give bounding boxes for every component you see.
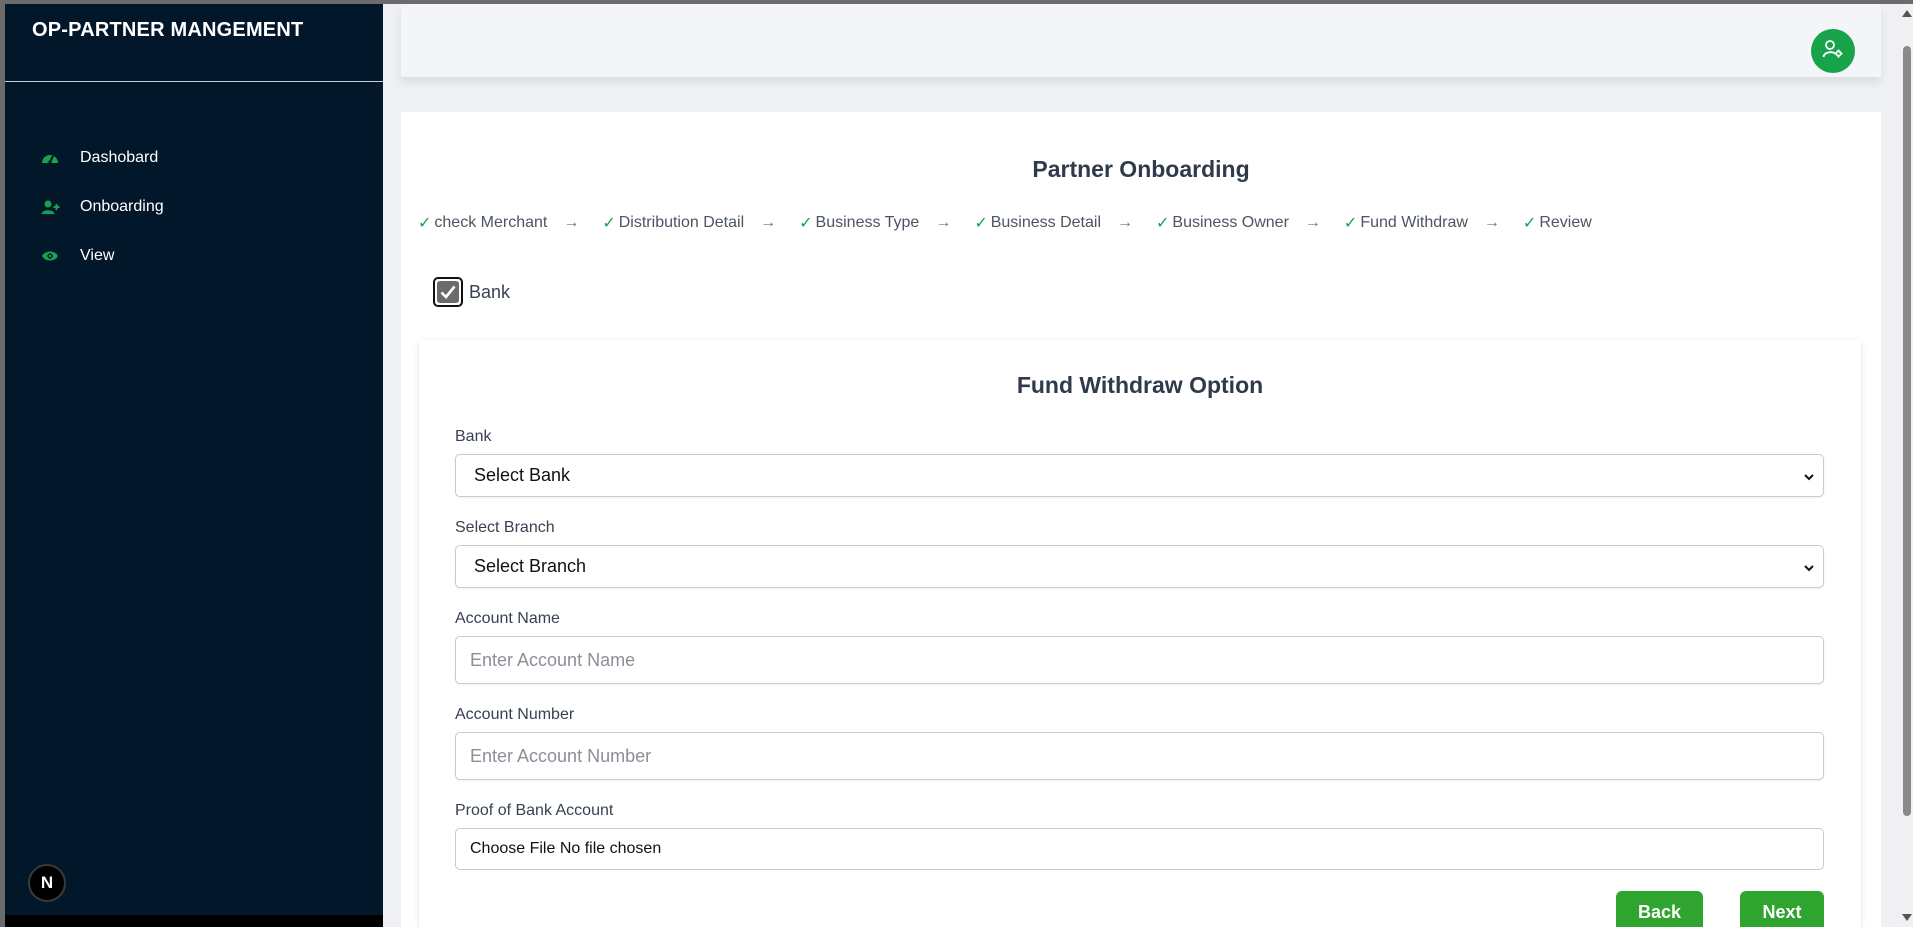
checkmark-icon: [437, 281, 459, 303]
next-button[interactable]: Next: [1740, 891, 1824, 927]
step-business-detail[interactable]: ✓ Business Detail →: [974, 213, 1156, 233]
account-number-label: Account Number: [455, 706, 575, 723]
arrow-right-icon: →: [935, 214, 952, 231]
bank-label: Bank: [455, 428, 492, 445]
proof-file-input[interactable]: Choose File No file chosen: [455, 828, 1824, 870]
bank-select[interactable]: Select Bank: [455, 454, 1824, 497]
file-input-text: Choose File No file chosen: [470, 840, 662, 857]
sidebar-item-onboarding[interactable]: Onboarding: [5, 189, 383, 225]
scroll-down-arrow-icon[interactable]: [1902, 914, 1912, 921]
eye-icon: [40, 246, 60, 266]
app-window: OP-PARTNER MANGEMENT Dashobard Onboardin…: [5, 4, 1901, 927]
step-label: Fund Withdraw: [1360, 214, 1468, 231]
stepper: ✓ check Merchant → ✓ Distribution Detail…: [418, 213, 1592, 233]
arrow-right-icon: →: [1117, 214, 1133, 231]
user-plus-icon: [40, 197, 60, 217]
check-icon: ✓: [799, 215, 813, 232]
step-label: Review: [1539, 214, 1592, 231]
check-icon: ✓: [1522, 215, 1537, 232]
sidebar: OP-PARTNER MANGEMENT Dashobard Onboardin…: [5, 4, 383, 927]
step-distribution-detail[interactable]: ✓ Distribution Detail →: [602, 213, 799, 233]
step-check-merchant[interactable]: ✓ check Merchant →: [418, 213, 602, 233]
main-content: Partner Onboarding ✓ check Merchant → ✓ …: [401, 112, 1881, 927]
step-label: Business Owner: [1172, 214, 1289, 231]
page-title: Partner Onboarding: [1032, 156, 1250, 182]
step-fund-withdraw[interactable]: ✓ Fund Withdraw →: [1344, 213, 1523, 233]
form-title: Fund Withdraw Option: [1016, 372, 1264, 398]
step-label: Distribution Detail: [618, 214, 745, 231]
devtools-badge[interactable]: N: [28, 864, 66, 902]
step-label: Business Detail: [990, 214, 1101, 231]
user-settings-button[interactable]: [1811, 29, 1855, 73]
step-business-type[interactable]: ✓ Business Type →: [799, 213, 974, 233]
user-settings-icon: [1822, 39, 1844, 64]
page-scrollbar[interactable]: [1901, 4, 1913, 927]
account-number-input[interactable]: [455, 732, 1824, 780]
sidebar-item-dashboard[interactable]: Dashobard: [5, 140, 383, 176]
step-label: check Merchant: [434, 214, 548, 231]
arrow-right-icon: →: [760, 214, 777, 231]
branch-select-value: Select Branch: [474, 556, 587, 576]
bank-checkbox[interactable]: [433, 277, 463, 307]
scroll-up-arrow-icon[interactable]: [1902, 10, 1912, 17]
sidebar-item-label: Dashobard: [80, 149, 159, 166]
bank-select-value: Select Bank: [474, 465, 571, 485]
check-icon: ✓: [1343, 215, 1358, 232]
step-review[interactable]: ✓ Review: [1523, 213, 1592, 233]
check-icon: ✓: [418, 215, 432, 232]
proof-label: Proof of Bank Account: [455, 802, 614, 819]
sidebar-nav: Dashobard Onboarding View: [5, 140, 383, 287]
arrow-right-icon: →: [1483, 214, 1500, 231]
account-name-input[interactable]: [455, 636, 1824, 684]
back-button[interactable]: Back: [1616, 891, 1703, 927]
check-icon: ✓: [1156, 215, 1170, 232]
account-name-label: Account Name: [455, 610, 560, 627]
chevron-down-icon: [1803, 559, 1815, 580]
check-icon: ✓: [974, 215, 988, 232]
sidebar-item-label: View: [80, 247, 115, 264]
bank-checkbox-label: Bank: [469, 281, 511, 302]
chevron-down-icon: [1803, 468, 1815, 489]
sidebar-item-label: Onboarding: [80, 198, 164, 215]
gauge-icon: [40, 148, 60, 168]
scroll-thumb[interactable]: [1903, 46, 1911, 816]
check-icon: ✓: [602, 215, 616, 232]
fund-withdraw-form: Fund Withdraw Option Bank Select Bank Se…: [419, 340, 1861, 927]
sidebar-item-view[interactable]: View: [5, 238, 383, 274]
app-title: OP-PARTNER MANGEMENT: [5, 4, 383, 82]
branch-label: Select Branch: [455, 519, 555, 536]
top-bar: [401, 4, 1881, 77]
arrow-right-icon: →: [563, 214, 580, 231]
branch-select[interactable]: Select Branch: [455, 545, 1824, 588]
step-label: Business Type: [815, 214, 920, 231]
arrow-right-icon: →: [1304, 214, 1321, 231]
sidebar-bottom-strip: [5, 915, 383, 927]
bank-toggle: Bank: [433, 277, 510, 307]
step-business-owner[interactable]: ✓ Business Owner →: [1156, 213, 1344, 233]
